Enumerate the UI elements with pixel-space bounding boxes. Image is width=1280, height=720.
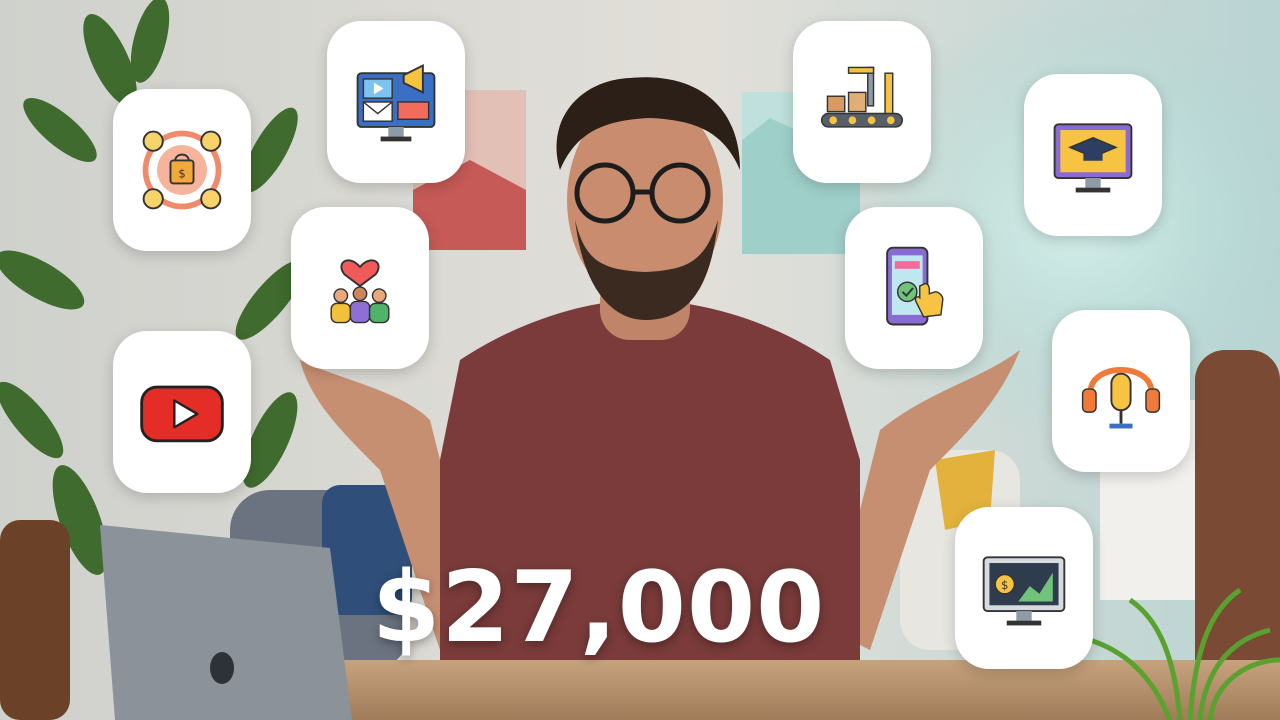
earnings-amount-headline: $27,000 xyxy=(372,551,826,665)
mobile-app-tap-icon xyxy=(886,246,944,326)
factory-tile xyxy=(793,21,931,183)
svg-text:$: $ xyxy=(178,167,185,181)
course-tile xyxy=(1024,74,1162,236)
laptop xyxy=(100,525,352,720)
online-course-graduation-icon xyxy=(1053,123,1133,193)
svg-text:$: $ xyxy=(1001,578,1008,592)
community-tile xyxy=(291,207,429,369)
youtube-tile xyxy=(113,331,251,493)
podcast-tile xyxy=(1052,310,1190,472)
trading-tile: $ xyxy=(955,507,1093,669)
audience-community-heart-icon xyxy=(330,259,390,324)
podcast-microphone-icon xyxy=(1081,367,1161,429)
app-tile xyxy=(845,207,983,369)
marketing-tile xyxy=(327,21,465,183)
youtube-play-icon xyxy=(140,385,224,443)
factory-conveyor-icon xyxy=(820,66,904,128)
trading-chart-monitor-icon: $ xyxy=(982,556,1066,626)
affiliate-shopping-network-icon: $ xyxy=(142,130,222,210)
digital-marketing-monitor-icon xyxy=(356,63,436,142)
affiliate-tile: $ xyxy=(113,89,251,251)
